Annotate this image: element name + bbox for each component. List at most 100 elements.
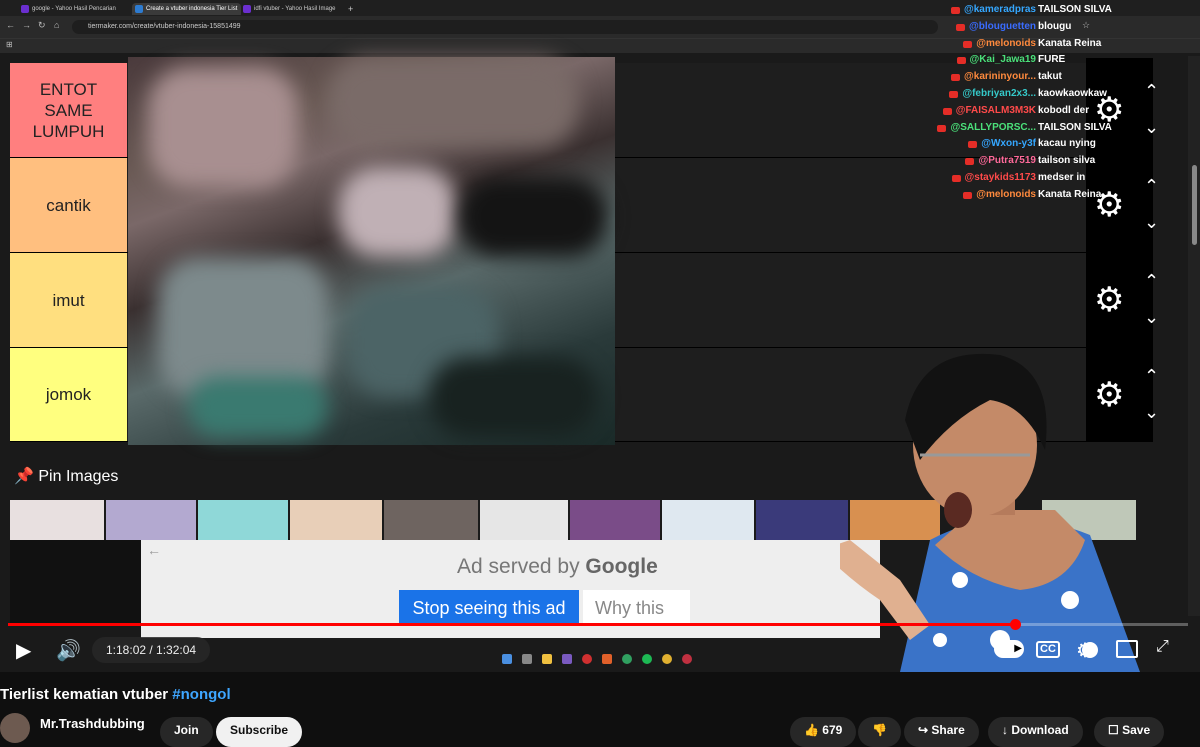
live-chat-overlay: @kameradpras TAILSON SILVA @blouguetten blo…: [930, 3, 1160, 205]
brave-icon: [602, 654, 612, 664]
youtube-badge-icon: [965, 158, 975, 166]
pin-images-heading: 📌 Pin Images: [14, 468, 119, 485]
chat-text: takut: [1038, 71, 1062, 83]
thumbs-down-icon: 👎: [872, 723, 887, 737]
character-thumbnail[interactable]: [480, 500, 568, 540]
fullscreen-icon[interactable]: ⤢: [1156, 638, 1169, 656]
chat-username: @Putra7519: [978, 155, 1036, 167]
dislike-button[interactable]: 👎: [858, 717, 901, 747]
url-field[interactable]: tiermaker.com/create/vtuber-indonesia-15…: [72, 20, 938, 34]
video-player[interactable]: google - Yahoo Hasil Pencarian Create a …: [0, 0, 1200, 672]
youtube-badge-icon: [951, 174, 961, 182]
chat-text: kobodl der: [1038, 104, 1090, 116]
pushpin-icon: 📌: [14, 468, 34, 485]
chat-username: @melonoids: [976, 37, 1036, 49]
like-button[interactable]: 👍 679: [790, 717, 857, 747]
chat-text: Kanata Reina: [1038, 37, 1102, 49]
chat-username: @Wxon-y3f: [981, 138, 1036, 150]
player-controls: ▶ 🔊 1:18:02 / 1:32:04 ▶ CC ⚙ ⤢: [0, 630, 1200, 672]
chat-message: @Wxon-y3f kacau nying: [930, 137, 1160, 154]
youtube-badge-icon: [956, 23, 966, 31]
app-icon: [622, 654, 632, 664]
youtube-badge-icon: [968, 141, 978, 149]
channel-avatar[interactable]: [0, 713, 30, 743]
stop-seeing-ad-button[interactable]: Stop seeing this ad: [399, 590, 579, 626]
tier-label[interactable]: ENTOT SAME LUMPUH: [10, 63, 127, 157]
youtube-badge-icon: [956, 57, 966, 65]
chat-text: Kanata Reina: [1038, 188, 1102, 200]
reload-icon[interactable]: ↻: [38, 20, 46, 31]
character-thumbnail[interactable]: [290, 500, 382, 540]
character-thumbnail[interactable]: [10, 500, 104, 540]
progress-scrubber[interactable]: [1009, 619, 1021, 630]
browser-tab-active[interactable]: Create a vtuber indonesia Tier List: [132, 3, 241, 15]
chat-message: @FAISALM3M3K kobodl der: [930, 104, 1160, 121]
join-button[interactable]: Join: [160, 717, 213, 747]
chat-message: @staykids1173 medser in: [930, 171, 1160, 188]
character-thumbnail[interactable]: [756, 500, 848, 540]
settings-gear-icon[interactable]: ⚙: [1076, 638, 1094, 663]
chat-text: TAILSON SILVA: [1038, 121, 1112, 133]
file-explorer-icon: [542, 654, 552, 664]
youtube-badge-icon: [949, 90, 959, 98]
apps-grid-icon[interactable]: ⊞: [6, 40, 13, 49]
page-scrollbar[interactable]: [1188, 56, 1200, 616]
chat-username: @melonoids: [976, 188, 1036, 200]
character-thumbnail[interactable]: [570, 500, 660, 540]
theater-mode-icon[interactable]: [1116, 640, 1138, 658]
character-thumbnail[interactable]: [662, 500, 754, 540]
chat-message: @melonoids Kanata Reina: [930, 188, 1160, 205]
forward-icon[interactable]: →: [22, 20, 31, 30]
subscribe-button[interactable]: Subscribe: [216, 717, 303, 747]
chat-text: blougu: [1038, 20, 1072, 32]
chat-username: @karininyour...: [964, 71, 1036, 83]
autoplay-toggle[interactable]: ▶: [994, 640, 1024, 658]
chat-message: @blouguetten blougu: [930, 20, 1160, 37]
windows-taskbar: [496, 654, 706, 668]
scrollbar-thumb[interactable]: [1192, 165, 1197, 245]
play-icon[interactable]: ▶: [16, 638, 31, 663]
character-thumbnail[interactable]: [384, 500, 478, 540]
character-thumbnail[interactable]: [106, 500, 196, 540]
chat-text: medser in: [1038, 171, 1086, 183]
tier-label[interactable]: jomok: [10, 348, 127, 441]
share-icon: ↪: [918, 723, 929, 737]
chevron-up-icon[interactable]: ⌃: [1144, 272, 1159, 290]
channel-name[interactable]: Mr.Trashdubbing: [40, 716, 145, 731]
home-icon[interactable]: ⌂: [54, 20, 59, 30]
chat-username: @SALLYPORSC...: [950, 121, 1036, 133]
chat-username: @staykids1173: [964, 171, 1036, 183]
share-button[interactable]: ↪ Share: [904, 717, 979, 747]
captions-icon[interactable]: CC: [1036, 641, 1060, 658]
chat-message: @SALLYPORSC... TAILSON SILVA: [930, 121, 1160, 138]
hashtag-link[interactable]: #nongol: [172, 686, 230, 703]
app-icon: [682, 654, 692, 664]
gear-icon[interactable]: ⚙: [1094, 283, 1124, 317]
download-button[interactable]: ↓ Download: [988, 717, 1083, 747]
back-icon[interactable]: ←: [6, 20, 15, 30]
chat-text: FURE: [1038, 54, 1066, 66]
thumbs-up-icon: 👍: [804, 723, 819, 737]
browser-tab[interactable]: google - Yahoo Hasil Pencarian: [18, 3, 144, 15]
why-this-ad-button[interactable]: Why this: [583, 590, 690, 626]
chevron-down-icon[interactable]: ⌄: [1144, 213, 1159, 231]
browser-tab[interactable]: idfi vtuber - Yahoo Hasil Image: [240, 3, 350, 15]
new-tab-button[interactable]: +: [348, 3, 360, 15]
chat-message: @melonoids Kanata Reina: [930, 37, 1160, 54]
character-thumbnail[interactable]: [198, 500, 288, 540]
youtube-badge-icon: [963, 40, 973, 48]
tier-label[interactable]: imut: [10, 253, 127, 347]
chat-username: @febriyan2x3...: [962, 87, 1036, 99]
chat-username: @FAISALM3M3K: [955, 104, 1036, 116]
progress-played[interactable]: [8, 623, 1015, 626]
youtube-badge-icon: [950, 7, 960, 14]
save-button[interactable]: ☐ Save: [1094, 717, 1165, 747]
back-arrow-icon[interactable]: ←: [147, 542, 161, 558]
chevron-down-icon[interactable]: ⌄: [1144, 308, 1159, 326]
tier-label[interactable]: cantik: [10, 158, 127, 252]
ad-served-text: Ad served by Google: [457, 555, 658, 578]
save-playlist-icon: ☐: [1108, 723, 1119, 737]
volume-icon[interactable]: 🔊: [56, 638, 81, 663]
chat-text: kacau nying: [1038, 138, 1096, 150]
youtube-badge-icon: [951, 74, 960, 82]
